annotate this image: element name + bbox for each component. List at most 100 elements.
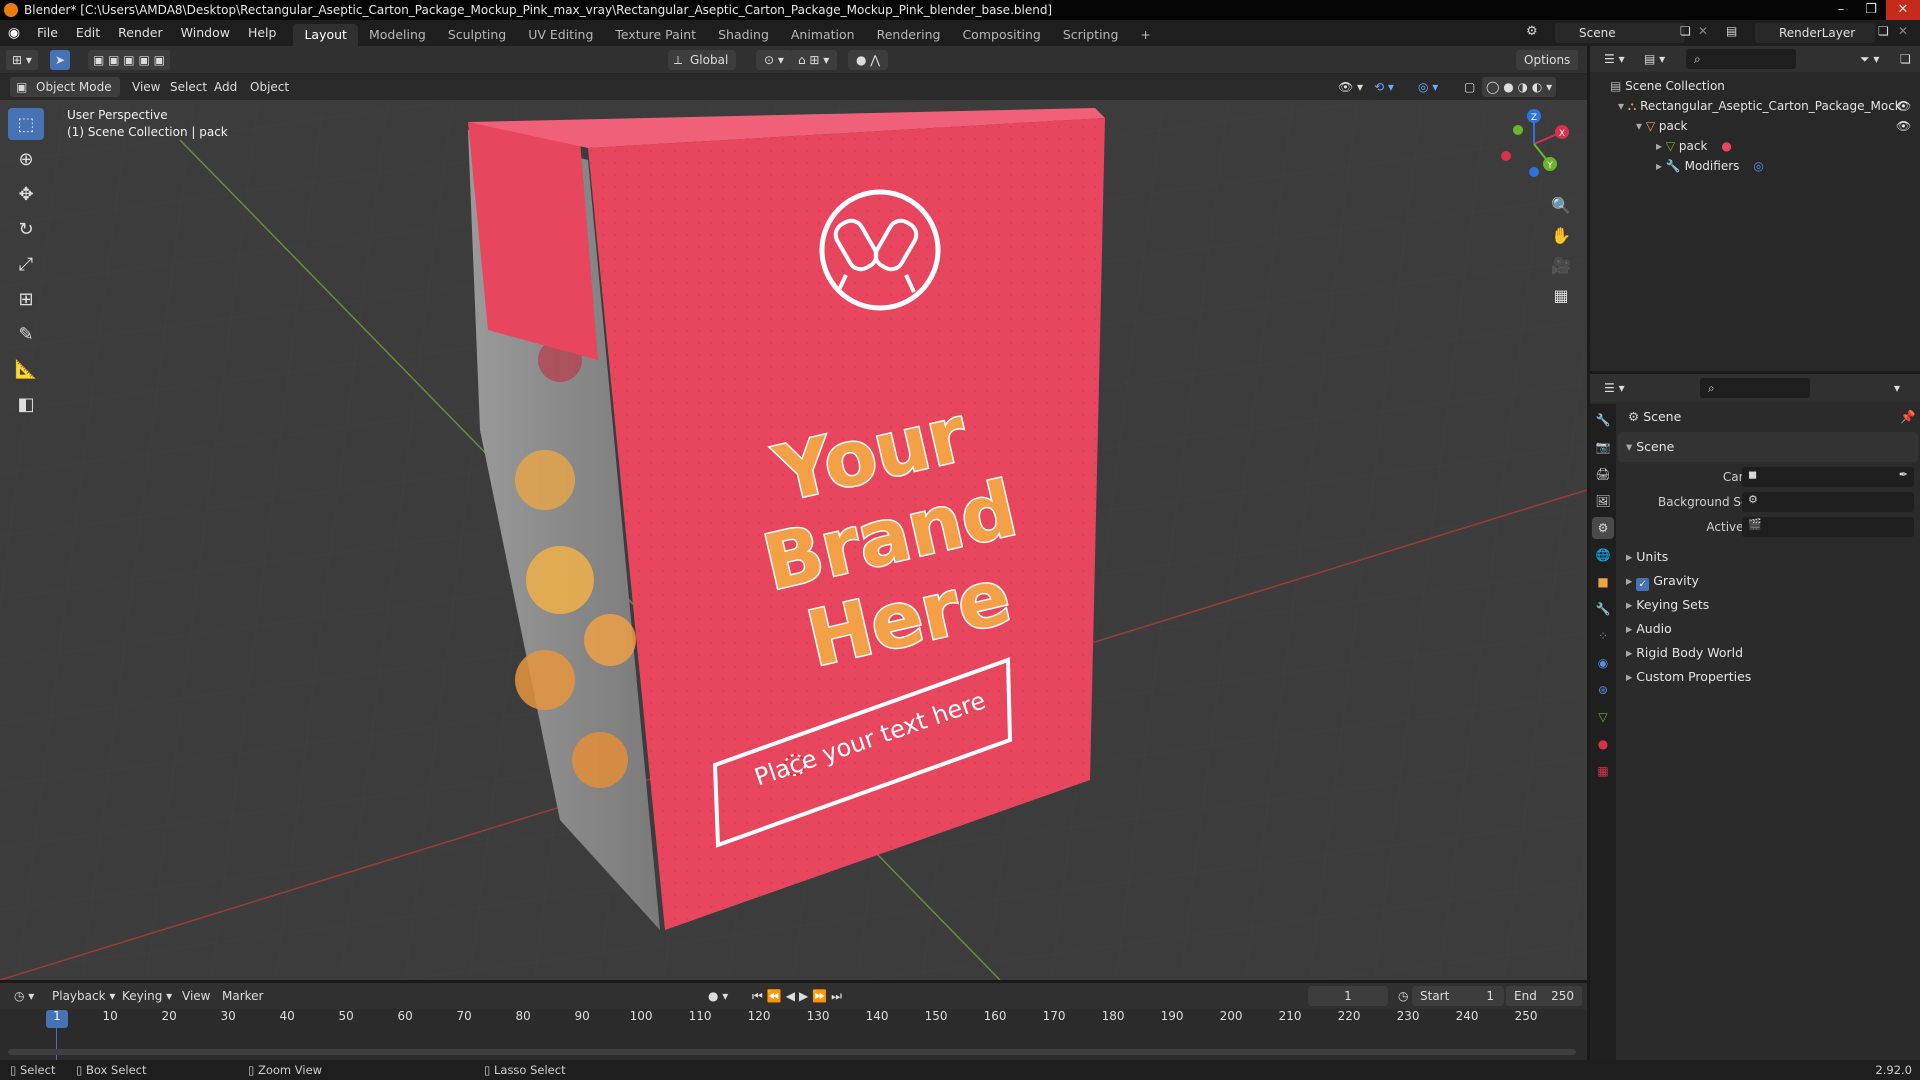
- pivot-point-icon[interactable]: ⊙ ▾: [756, 50, 792, 70]
- minimize-button[interactable]: –: [1826, 0, 1856, 20]
- camera-view-icon[interactable]: 🎥: [1548, 252, 1574, 278]
- custom-properties-section[interactable]: ▸ Custom Properties: [1626, 666, 1751, 688]
- start-frame-field[interactable]: Start 1: [1412, 986, 1504, 1006]
- menu-file[interactable]: File: [28, 20, 67, 46]
- shading-modes-icons[interactable]: ◯ ● ◑ ◐ ▾: [1482, 77, 1557, 97]
- particles-tab-icon[interactable]: ⁘: [1592, 625, 1614, 647]
- maximize-button[interactable]: ❐: [1856, 0, 1886, 20]
- view-layer-tab-icon[interactable]: 🖼: [1592, 490, 1614, 512]
- menu-add[interactable]: Add: [206, 77, 245, 97]
- renderlayer-field[interactable]: RenderLayer: [1755, 23, 1875, 43]
- outliner-collection-row[interactable]: ▾ ⛬ Rectangular_Aseptic_Carton_Package_M…: [1618, 96, 1902, 116]
- rigid-body-world-section[interactable]: ▸ Rigid Body World: [1626, 642, 1743, 664]
- scene-tab-icon[interactable]: ⚙: [1592, 517, 1614, 539]
- ortho-grid-icon[interactable]: ▦: [1548, 282, 1574, 308]
- navigation-gizmo[interactable]: Z X Y: [1496, 106, 1572, 182]
- scene-field[interactable]: Scene: [1555, 23, 1685, 43]
- 3d-viewport[interactable]: Your Brand Here Place your text here ⬚ ⊕…: [0, 100, 1587, 980]
- overlay-toggle-icon[interactable]: ◎ ▾: [1410, 77, 1446, 97]
- add-workspace-button[interactable]: +: [1129, 24, 1161, 46]
- gravity-checkbox[interactable]: ✓: [1636, 578, 1650, 591]
- tab-compositing[interactable]: Compositing: [951, 24, 1051, 46]
- physics-tab-icon[interactable]: ◉: [1592, 652, 1614, 674]
- zoom-icon[interactable]: 🔍: [1548, 192, 1574, 218]
- delete-scene-icon[interactable]: ✕: [1698, 24, 1708, 38]
- outliner-scene-collection[interactable]: ▤ Scene Collection: [1610, 76, 1725, 96]
- close-button[interactable]: ✕: [1886, 0, 1920, 20]
- xray-toggle-icon[interactable]: ▢: [1456, 77, 1483, 97]
- menu-render[interactable]: Render: [109, 20, 172, 46]
- proportional-editing-icon[interactable]: ● ⋀: [848, 50, 889, 70]
- tool-tab-icon[interactable]: 🔧: [1592, 409, 1614, 431]
- renderlayer-icon[interactable]: ▤: [1726, 24, 1737, 38]
- properties-search-input[interactable]: ⌕: [1700, 378, 1810, 398]
- menu-help[interactable]: Help: [239, 20, 286, 46]
- tab-modeling[interactable]: Modeling: [358, 24, 437, 46]
- outliner-mesh-row[interactable]: ▸ ▽ pack ●: [1656, 136, 1732, 156]
- end-frame-field[interactable]: End 250: [1506, 986, 1582, 1006]
- tab-animation[interactable]: Animation: [780, 24, 866, 46]
- menu-edit[interactable]: Edit: [67, 20, 109, 46]
- cursor-tool-icon[interactable]: ⊕: [8, 143, 44, 175]
- tab-scripting[interactable]: Scripting: [1052, 24, 1130, 46]
- annotate-tool-icon[interactable]: ✎: [8, 318, 44, 350]
- units-section[interactable]: ▸ Units: [1626, 546, 1668, 568]
- scale-tool-icon[interactable]: ⤢: [8, 248, 44, 280]
- filter-icon[interactable]: ⏷ ▾: [1852, 49, 1887, 69]
- outliner-object-row[interactable]: ▾ ▽ pack: [1636, 116, 1687, 136]
- modifier-tab-icon[interactable]: 🔧: [1592, 598, 1614, 620]
- audio-section[interactable]: ▸ Audio: [1626, 618, 1672, 640]
- pin-icon[interactable]: 📌: [1900, 406, 1916, 428]
- options-dropdown[interactable]: Options: [1516, 50, 1579, 70]
- scene-panel-header[interactable]: ▾ Scene: [1626, 436, 1674, 458]
- data-tab-icon[interactable]: ▽: [1592, 706, 1614, 728]
- render-tab-icon[interactable]: 📷: [1592, 436, 1614, 458]
- pan-hand-icon[interactable]: ✋: [1548, 222, 1574, 248]
- select-tool-icon[interactable]: ➤: [50, 50, 71, 70]
- blender-menu-icon[interactable]: ◉: [0, 25, 28, 41]
- transform-tool-icon[interactable]: ⊞: [8, 283, 44, 315]
- menu-keying[interactable]: Keying ▾: [114, 986, 180, 1006]
- tab-uv-editing[interactable]: UV Editing: [517, 24, 604, 46]
- keying-sets-section[interactable]: ▸ Keying Sets: [1626, 594, 1709, 616]
- select-box-tool-icon[interactable]: ⬚: [8, 108, 44, 140]
- tab-layout[interactable]: Layout: [293, 24, 358, 46]
- tab-shading[interactable]: Shading: [707, 24, 780, 46]
- measure-tool-icon[interactable]: 📐: [8, 353, 44, 385]
- menu-window[interactable]: Window: [172, 20, 239, 46]
- menu-object[interactable]: Object: [242, 77, 297, 97]
- menu-marker[interactable]: Marker: [214, 986, 271, 1006]
- background-scene-field[interactable]: ⚙: [1742, 492, 1914, 512]
- gizmo-toggle-icon[interactable]: ⟲ ▾: [1366, 77, 1402, 97]
- object-visibility-eye-icon[interactable]: 👁: [1896, 116, 1911, 136]
- display-mode-icon[interactable]: ▤ ▾: [1636, 49, 1673, 69]
- selection-mode-icons[interactable]: ▣ ▣ ▣ ▣ ▣: [88, 50, 170, 70]
- new-collection-icon[interactable]: ❏: [1892, 49, 1919, 69]
- editor-type-button[interactable]: ⊞ ▾: [6, 50, 38, 70]
- tab-texture-paint[interactable]: Texture Paint: [604, 24, 707, 46]
- object-tab-icon[interactable]: ■: [1592, 571, 1614, 593]
- menu-playback[interactable]: Playback ▾: [44, 986, 123, 1006]
- outliner-search-input[interactable]: ⌕: [1686, 49, 1796, 69]
- timeline-scrollbar[interactable]: [8, 1049, 1576, 1055]
- eyedropper-icon[interactable]: ✒: [1899, 468, 1908, 481]
- output-tab-icon[interactable]: 🖨: [1592, 463, 1614, 485]
- new-renderlayer-icon[interactable]: ❏: [1878, 24, 1889, 38]
- add-cube-tool-icon[interactable]: ◧: [8, 388, 44, 420]
- new-scene-icon[interactable]: ❏: [1680, 24, 1691, 38]
- active-clip-field[interactable]: 🎬: [1742, 517, 1914, 537]
- playback-controls[interactable]: ⏮⏪◀▶⏩⏭: [744, 986, 854, 1006]
- tab-sculpting[interactable]: Sculpting: [437, 24, 517, 46]
- world-tab-icon[interactable]: 🌐: [1592, 544, 1614, 566]
- material-tab-icon[interactable]: ●: [1592, 733, 1614, 755]
- constraints-tab-icon[interactable]: ⊛: [1592, 679, 1614, 701]
- outliner-modifiers-row[interactable]: ▸ 🔧 Modifiers ◎: [1656, 156, 1764, 176]
- visibility-icon[interactable]: 👁 ▾: [1330, 77, 1371, 97]
- current-frame-field[interactable]: 1: [1308, 986, 1388, 1006]
- texture-tab-icon[interactable]: ▦: [1592, 760, 1614, 782]
- record-keyframe-icon[interactable]: ● ▾: [700, 986, 736, 1006]
- rotate-tool-icon[interactable]: ↻: [8, 213, 44, 245]
- properties-options-icon[interactable]: ▾: [1886, 378, 1908, 398]
- properties-editor-type-icon[interactable]: ☰ ▾: [1596, 378, 1633, 398]
- outliner-editor-type-icon[interactable]: ☰ ▾: [1596, 49, 1633, 69]
